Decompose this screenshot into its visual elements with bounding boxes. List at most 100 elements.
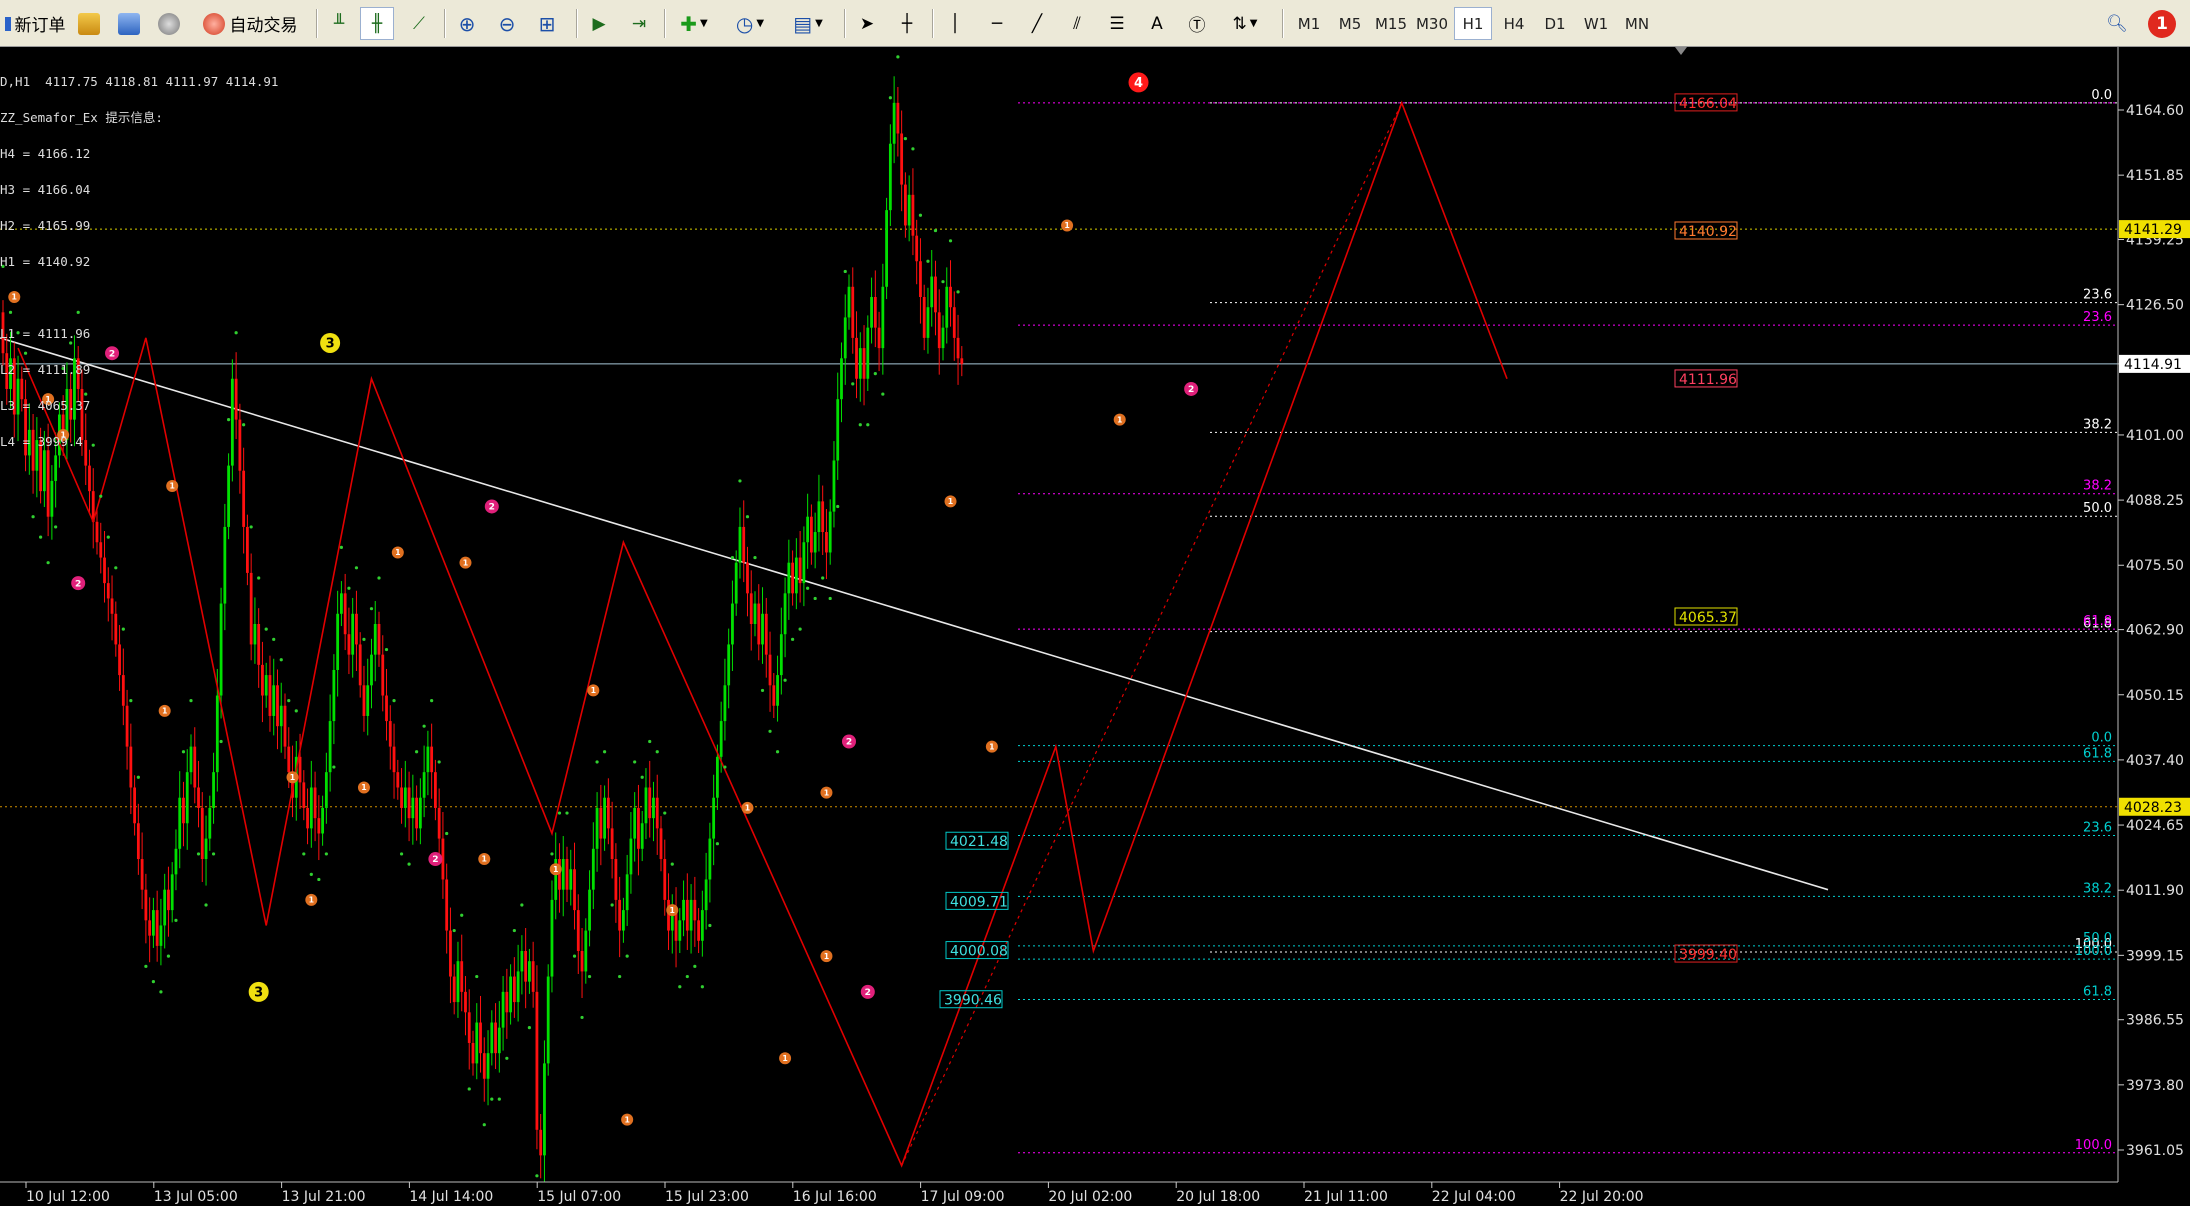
psar-dot — [760, 688, 765, 693]
timeframe-w1-button[interactable]: W1 — [1577, 7, 1615, 40]
timeframe-m1-button[interactable]: M1 — [1290, 7, 1328, 40]
price-chart[interactable]: 0.0 23.6 38.2 50.0 61.8 100.0 23.6 38.2 61.8 100.… — [0, 47, 2190, 1206]
candle-body — [704, 879, 708, 911]
candle-body — [418, 797, 422, 829]
cursor-button[interactable]: ➤ — [850, 7, 884, 40]
candle-body — [535, 991, 539, 1130]
candle-body — [622, 910, 625, 931]
psar-dot — [369, 607, 374, 611]
price-label-text: 4166.04 — [1679, 96, 1737, 112]
psar-dot — [527, 1026, 532, 1030]
templates-dropdown[interactable]: ▤ ▼ — [782, 7, 834, 40]
horizontal-line-button[interactable]: ─ — [980, 7, 1014, 40]
candle-body — [629, 838, 633, 875]
timeframe-m5-button[interactable]: M5 — [1331, 7, 1369, 40]
trendline-button[interactable]: ╱ — [1020, 7, 1054, 40]
chart-shift-button[interactable]: ⇥ — [622, 7, 656, 40]
data-window-button[interactable] — [112, 7, 146, 40]
candle-body — [734, 562, 738, 604]
candle-body — [486, 1053, 490, 1079]
candle-body — [546, 976, 550, 1064]
vertical-line-button[interactable]: │ — [938, 7, 972, 40]
equidistant-channel-button[interactable]: ⫽ — [1060, 7, 1094, 40]
price-label-text: 4000.08 — [950, 944, 1008, 960]
market-watch-button[interactable] — [72, 7, 106, 40]
candle-body — [167, 889, 170, 911]
fibonacci-button[interactable]: ☰ — [1100, 7, 1134, 40]
candlestick-chart-button[interactable]: ╫ — [360, 7, 394, 40]
candle-body — [922, 297, 926, 338]
timeframe-m30-button[interactable]: M30 — [1413, 7, 1451, 40]
crosshair-icon: ┼ — [901, 13, 913, 34]
candle-body — [761, 613, 764, 645]
timeframe-h1-button[interactable]: H1 — [1454, 7, 1492, 40]
candle-body — [370, 654, 373, 686]
periods-dropdown[interactable]: ◷ ▼ — [726, 7, 774, 40]
psar-dot — [798, 627, 802, 631]
candle-body — [524, 950, 528, 982]
bar-chart-button[interactable]: ╨ — [322, 7, 356, 40]
semafor-label: 1 — [824, 952, 829, 961]
zoom-in-button[interactable]: ⊕ — [450, 7, 484, 40]
toolbar-separator — [1282, 9, 1284, 38]
line-chart-button[interactable]: ⟋ — [402, 7, 436, 40]
candle-body — [434, 772, 437, 808]
psar-dot — [159, 990, 163, 994]
psar-dot — [460, 913, 464, 917]
time-tick-label: 15 Jul 07:00 — [537, 1189, 621, 1205]
psar-dot — [738, 479, 742, 483]
auto-scroll-button[interactable]: ▶ — [582, 7, 616, 40]
price-tick-label: 4024.65 — [2126, 818, 2184, 834]
candle-body — [576, 910, 580, 951]
psar-dot — [520, 903, 524, 907]
candle-body — [689, 899, 693, 931]
auto-trading-button[interactable]: 自动交易 — [194, 7, 306, 40]
indicators-dropdown[interactable]: ✚ ▼ — [670, 7, 718, 40]
psar-dot — [294, 709, 298, 713]
psar-dot — [181, 750, 186, 754]
candle-body — [693, 899, 697, 921]
candle-body — [50, 480, 54, 517]
navigator-button[interactable] — [152, 7, 186, 40]
psar-dot — [354, 566, 359, 570]
psar-dot — [445, 831, 449, 836]
chevron-down-icon: ▼ — [815, 18, 823, 29]
chevron-down-icon: ▼ — [1249, 18, 1258, 29]
indicator-line: L3 = 4065.37 — [0, 398, 91, 413]
candle-body — [900, 133, 904, 185]
tile-windows-button[interactable]: ⊞ — [530, 7, 564, 40]
auto-scroll-icon: ▶ — [592, 13, 606, 34]
fib-level-label: 61.8 — [2083, 985, 2112, 1000]
price-label-text: 4140.92 — [1679, 224, 1737, 240]
new-order-button[interactable]: 新订单 — [2, 7, 68, 40]
search-button[interactable]: 🔍︎ — [2100, 7, 2134, 40]
text-label-button[interactable]: Ⓣ — [1180, 7, 1214, 40]
arrows-dropdown[interactable]: ⇅ ▼ — [1220, 7, 1270, 40]
candle-body — [328, 721, 332, 773]
fib-level-label: 38.2 — [2083, 479, 2112, 494]
crosshair-button[interactable]: ┼ — [890, 7, 924, 40]
psar-dot — [670, 862, 674, 866]
candle-body — [482, 1053, 486, 1079]
candle-body — [347, 634, 351, 655]
candle-body — [561, 859, 565, 890]
candle-body — [584, 930, 588, 972]
psar-dot — [550, 852, 554, 856]
fib-level-label: 0.0 — [2091, 731, 2112, 746]
zoom-out-button[interactable]: ⊖ — [490, 7, 524, 40]
candle-body — [242, 470, 246, 527]
candle-body — [197, 787, 200, 808]
notification-badge[interactable]: 1 — [2148, 10, 2176, 38]
psar-dot — [941, 280, 945, 284]
text-button[interactable]: A — [1140, 7, 1174, 40]
timeframe-d1-button[interactable]: D1 — [1536, 7, 1574, 40]
timeframe-m15-button[interactable]: M15 — [1372, 7, 1410, 40]
timeframe-h4-button[interactable]: H4 — [1495, 7, 1533, 40]
time-tick-label: 10 Jul 12:00 — [26, 1189, 110, 1205]
candle-body — [727, 644, 731, 686]
semafor-label: 3 — [254, 985, 263, 1000]
timeframe-mn-button[interactable]: MN — [1618, 7, 1656, 40]
price-tick-label: 3986.55 — [2126, 1013, 2184, 1029]
psar-dot — [129, 699, 133, 703]
candle-body — [452, 976, 456, 1003]
